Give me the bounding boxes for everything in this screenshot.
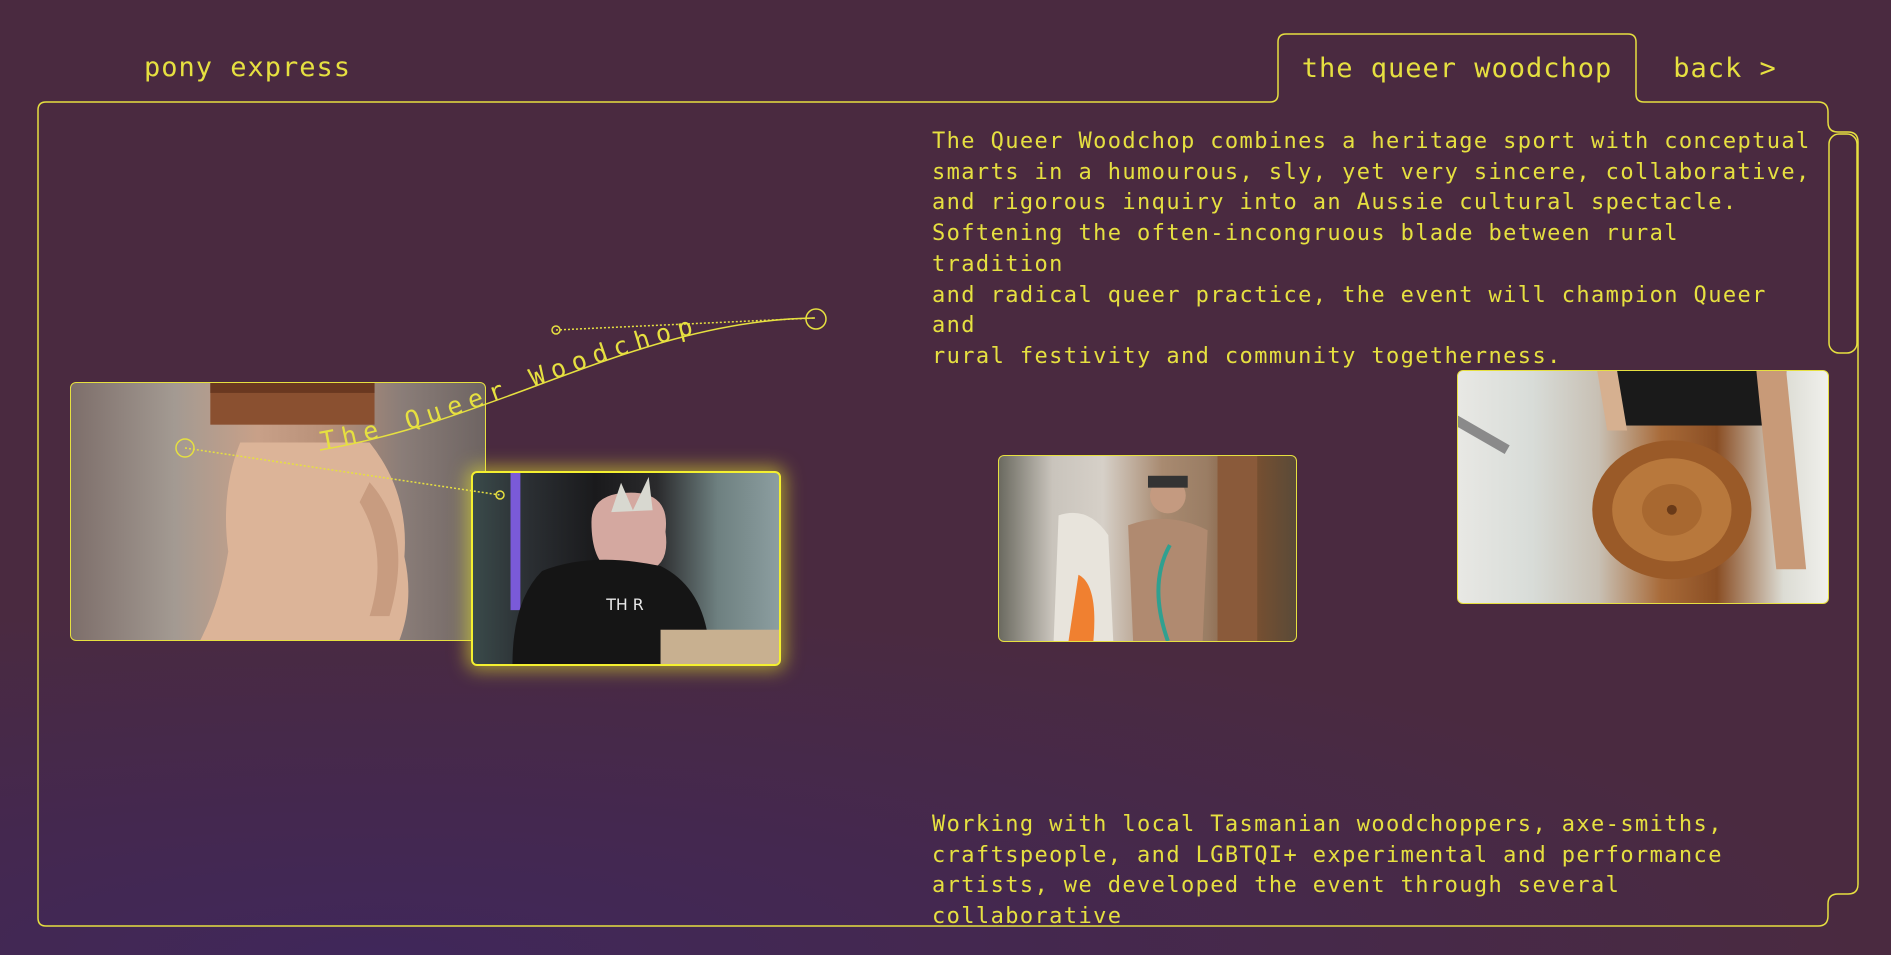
curved-title-text: The Queer Woodchop	[318, 310, 695, 456]
curve-connector-layer: The Queer Woodchop	[175, 308, 827, 500]
dotted-connector-left	[184, 447, 501, 496]
curved-project-title: The Queer Woodchop	[318, 310, 702, 456]
